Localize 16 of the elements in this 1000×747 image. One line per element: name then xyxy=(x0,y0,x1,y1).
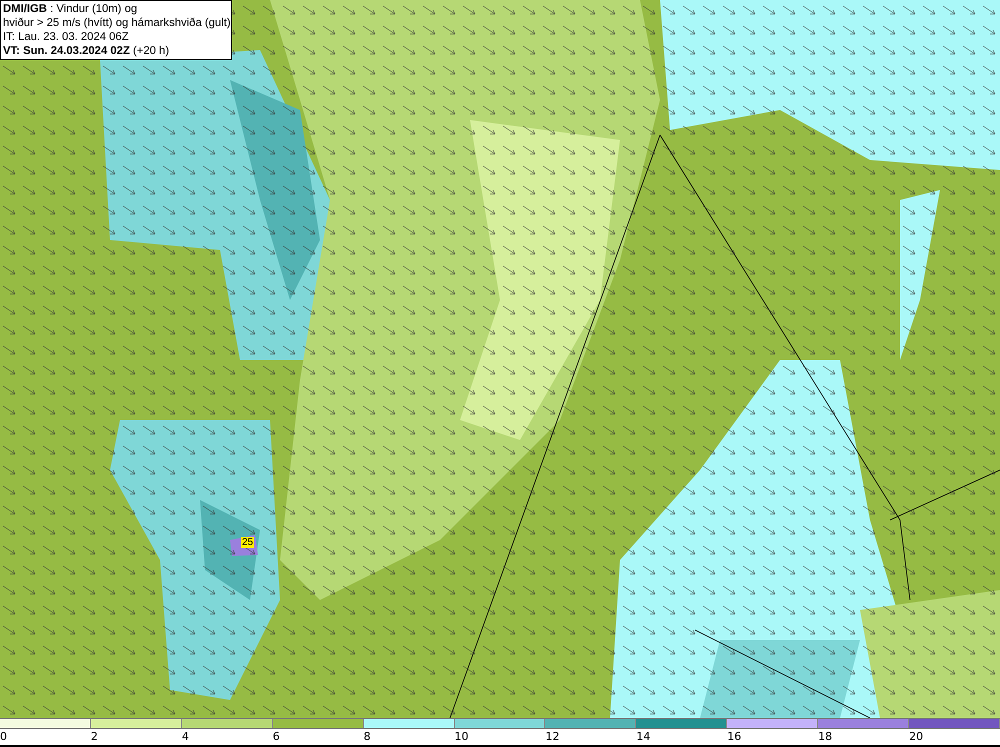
gust-value-label: 25 xyxy=(241,537,254,548)
legend-tick-label: 18 xyxy=(818,730,832,743)
legend-tick-label: 10 xyxy=(454,730,469,743)
legend-tick-label: 20 xyxy=(909,730,924,743)
legend-tick-label: 0 xyxy=(0,730,7,743)
legend-tick-label: 4 xyxy=(182,730,189,743)
legend-tick-label: 12 xyxy=(545,730,560,743)
title-line: VT: Sun. 24.03.2024 02Z (+20 h) xyxy=(3,44,170,58)
title-line: IT: Lau. 23. 03. 2024 06Z xyxy=(3,30,130,44)
legend-tick-label: 2 xyxy=(90,730,98,743)
title-line: hviður > 25 m/s (hvítt) og hámarkshviða (gult) xyxy=(3,16,229,30)
title-line: DMI/IGB : Vindur (10m) og xyxy=(3,2,138,16)
legend-tick-label: 8 xyxy=(364,730,371,743)
legend-tick-label: 6 xyxy=(272,730,280,743)
legend-tick-label: 14 xyxy=(636,730,650,743)
legend-tick-label: 16 xyxy=(727,730,742,743)
